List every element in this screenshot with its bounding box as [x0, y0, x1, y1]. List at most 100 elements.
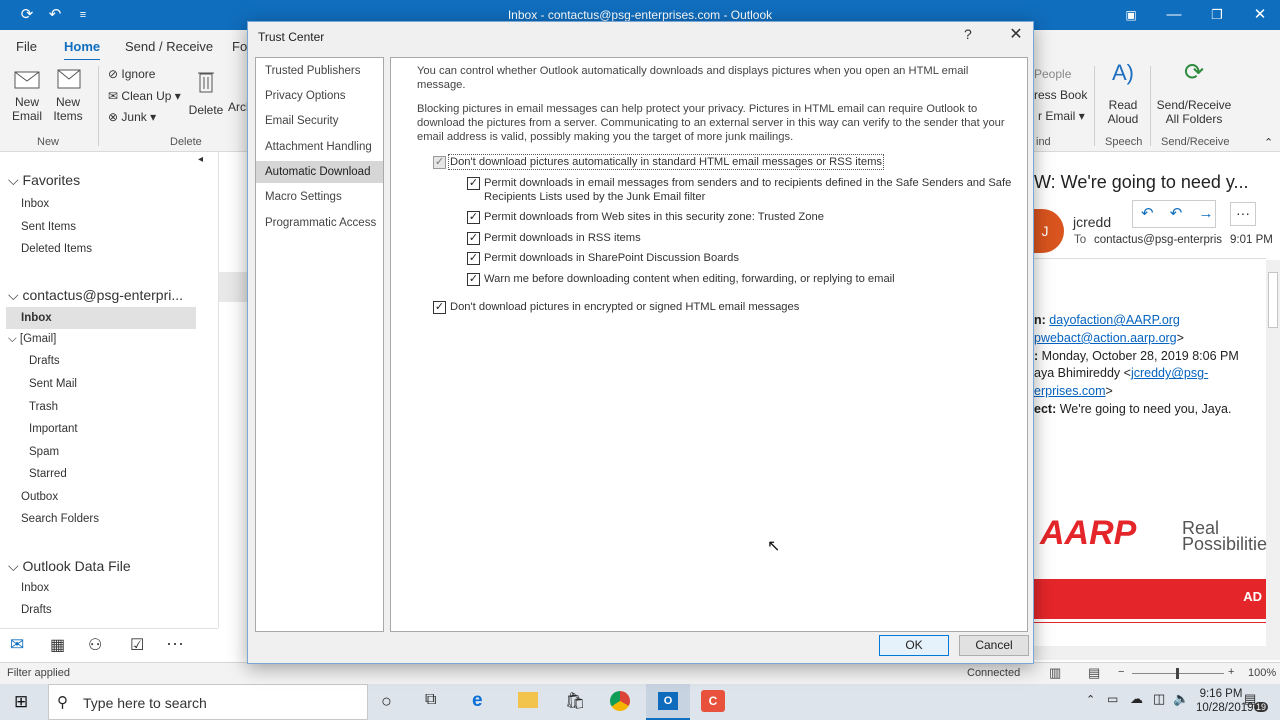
more-actions-icon[interactable]: ··· — [1230, 202, 1256, 226]
label-sharepoint[interactable]: Permit downloads in SharePoint Discussio… — [484, 251, 739, 265]
normal-view-icon[interactable]: ▥ — [1049, 665, 1061, 681]
tab-file[interactable]: File — [16, 39, 37, 54]
folder-search-folders[interactable]: Search Folders — [21, 513, 99, 525]
store-icon[interactable]: 🛍 — [565, 691, 585, 711]
taskbar-search-box[interactable]: ⚲ Type here to search — [48, 684, 368, 720]
favorites-header[interactable]: ⌵ Favorites — [8, 172, 80, 189]
folder-important[interactable]: Important — [29, 423, 78, 435]
cancel-button[interactable]: Cancel — [959, 635, 1029, 656]
mail-icon[interactable]: ✉ — [10, 635, 24, 655]
read-aloud-button[interactable]: A) Read Aloud — [1103, 62, 1143, 127]
camtasia-icon[interactable]: C — [701, 690, 725, 712]
aarp-banner[interactable]: AD — [1034, 579, 1266, 619]
people-icon[interactable]: ⚇ — [88, 635, 102, 655]
folder-drafts[interactable]: Drafts — [29, 355, 60, 367]
volume-icon[interactable]: 🔈 — [1173, 691, 1189, 707]
folder-data-drafts[interactable]: Drafts — [21, 604, 52, 616]
folder-deleted-items[interactable]: Deleted Items — [21, 243, 92, 255]
help-icon[interactable]: ? — [964, 26, 972, 42]
cloud-icon[interactable]: ☁ — [1130, 691, 1143, 707]
category-programmatic-access[interactable]: Programmatic Access — [256, 212, 383, 234]
label-warn-editing[interactable]: Warn me before downloading content when … — [484, 272, 895, 286]
checkbox-trusted-zone[interactable]: ✓ — [467, 211, 480, 224]
search-people-field[interactable]: People — [1034, 67, 1071, 81]
folder-starred[interactable]: Starred — [29, 468, 67, 480]
new-items-button[interactable]: New Items — [48, 68, 88, 123]
file-explorer-icon[interactable] — [518, 692, 538, 708]
zoom-out-icon[interactable]: − — [1118, 666, 1124, 678]
sync-icon[interactable]: ⟳ — [16, 6, 38, 24]
scroll-thumb[interactable] — [1268, 272, 1278, 328]
zoom-thumb[interactable] — [1176, 668, 1179, 679]
category-macro-settings[interactable]: Macro Settings — [256, 186, 383, 208]
ok-button[interactable]: OK — [879, 635, 949, 656]
reply-icon[interactable]: ↶ — [1141, 205, 1154, 222]
label-trusted-zone[interactable]: Permit downloads from Web sites in this … — [484, 210, 824, 224]
edge-icon[interactable]: e — [472, 690, 483, 712]
label-encrypted[interactable]: Don't download pictures in encrypted or … — [450, 300, 799, 314]
ignore-button[interactable]: ⊘ Ignore — [108, 67, 155, 81]
outlook-taskbar-button[interactable]: O — [646, 684, 690, 720]
undo-icon[interactable]: ↶ — [44, 6, 66, 24]
junk-button[interactable]: ⊗ Junk ▾ — [108, 110, 156, 124]
account-header[interactable]: ⌵ contactus@psg-enterpri... — [8, 287, 183, 304]
checkbox-safe-senders[interactable]: ✓ — [467, 177, 480, 190]
to-link[interactable]: jcreddy@psg- — [1131, 366, 1208, 380]
taskbar-clock[interactable]: 9:16 PM 10/28/2019 — [1196, 687, 1254, 715]
calendar-icon[interactable]: ▦ — [50, 635, 65, 655]
reading-view-icon[interactable]: ▤ — [1088, 665, 1100, 681]
windows-start-icon[interactable]: ⊞ — [14, 692, 28, 712]
category-privacy-options[interactable]: Privacy Options — [256, 85, 383, 107]
horizontal-scrollbar[interactable] — [1034, 646, 1280, 660]
folder-spam[interactable]: Spam — [29, 446, 59, 458]
checkbox-encrypted[interactable]: ✓ — [433, 301, 446, 314]
cortana-icon[interactable]: ○ — [381, 691, 392, 712]
address-book-button[interactable]: ress Book — [1034, 88, 1087, 102]
data-file-header[interactable]: ⌵ Outlook Data File — [8, 558, 131, 575]
collapse-ribbon-icon[interactable]: ⌃ — [1264, 136, 1273, 149]
restore-icon[interactable]: ❐ — [1206, 6, 1228, 24]
sender-name[interactable]: jcredd — [1073, 214, 1111, 230]
from-link[interactable]: dayofaction@AARP.org — [1049, 313, 1180, 327]
checkbox-block-pictures[interactable]: ✓ — [433, 156, 446, 169]
zoom-level[interactable]: 100% — [1248, 667, 1276, 679]
folder-sent-items[interactable]: Sent Items — [21, 221, 76, 233]
category-trusted-publishers[interactable]: Trusted Publishers — [256, 60, 383, 82]
checkbox-warn-editing[interactable]: ✓ — [467, 273, 480, 286]
battery-icon[interactable]: ▭ — [1107, 692, 1118, 706]
chrome-icon[interactable] — [610, 691, 630, 711]
tasks-icon[interactable]: ☑ — [130, 635, 144, 655]
checkbox-sharepoint[interactable]: ✓ — [467, 252, 480, 265]
message-list[interactable] — [218, 152, 249, 628]
folder-data-inbox[interactable]: Inbox — [21, 582, 49, 594]
reply-all-icon[interactable]: ↶ — [1170, 205, 1183, 222]
task-view-icon[interactable]: ⧉ — [425, 691, 436, 709]
new-email-button[interactable]: New Email — [8, 68, 46, 123]
folder-gmail[interactable]: ⌵ [Gmail] — [8, 333, 56, 346]
folder-outbox[interactable]: Outbox — [21, 491, 58, 503]
zoom-in-icon[interactable]: + — [1228, 666, 1234, 678]
folder-inbox[interactable]: Inbox — [6, 307, 196, 329]
more-icon[interactable]: ··· — [166, 633, 184, 654]
folder-trash[interactable]: Trash — [29, 401, 58, 413]
tab-send-receive[interactable]: Send / Receive — [125, 39, 213, 54]
reply-to-link[interactable]: pwebact@action.aarp.org — [1034, 331, 1177, 345]
label-safe-senders[interactable]: Permit downloads in email messages from … — [484, 176, 1014, 204]
send-receive-all-button[interactable]: ⟳ Send/Receive All Folders — [1156, 61, 1232, 127]
minimize-icon[interactable]: — — [1163, 6, 1185, 24]
collapse-pane-icon[interactable]: ◂ — [198, 154, 203, 165]
clean-up-button[interactable]: ✉ Clean Up ▾ — [108, 89, 181, 103]
tab-folder[interactable]: Fo — [232, 39, 247, 54]
checkbox-rss[interactable]: ✓ — [467, 232, 480, 245]
customize-qat-icon[interactable]: ≡ — [72, 6, 94, 24]
folder-inbox-favorite[interactable]: Inbox — [21, 198, 49, 210]
ribbon-display-icon[interactable]: ▣ — [1120, 6, 1142, 24]
reading-scrollbar[interactable] — [1266, 260, 1280, 660]
tray-chevron-icon[interactable]: ⌃ — [1086, 693, 1095, 706]
category-automatic-download[interactable]: Automatic Download — [256, 161, 383, 183]
network-icon[interactable]: ◫ — [1153, 691, 1165, 707]
folder-sent-mail[interactable]: Sent Mail — [29, 378, 77, 390]
list-item[interactable] — [219, 272, 249, 302]
window-close-icon[interactable]: ✕ — [1249, 6, 1271, 24]
label-block-pictures[interactable]: Don't download pictures automatically in… — [447, 154, 885, 170]
